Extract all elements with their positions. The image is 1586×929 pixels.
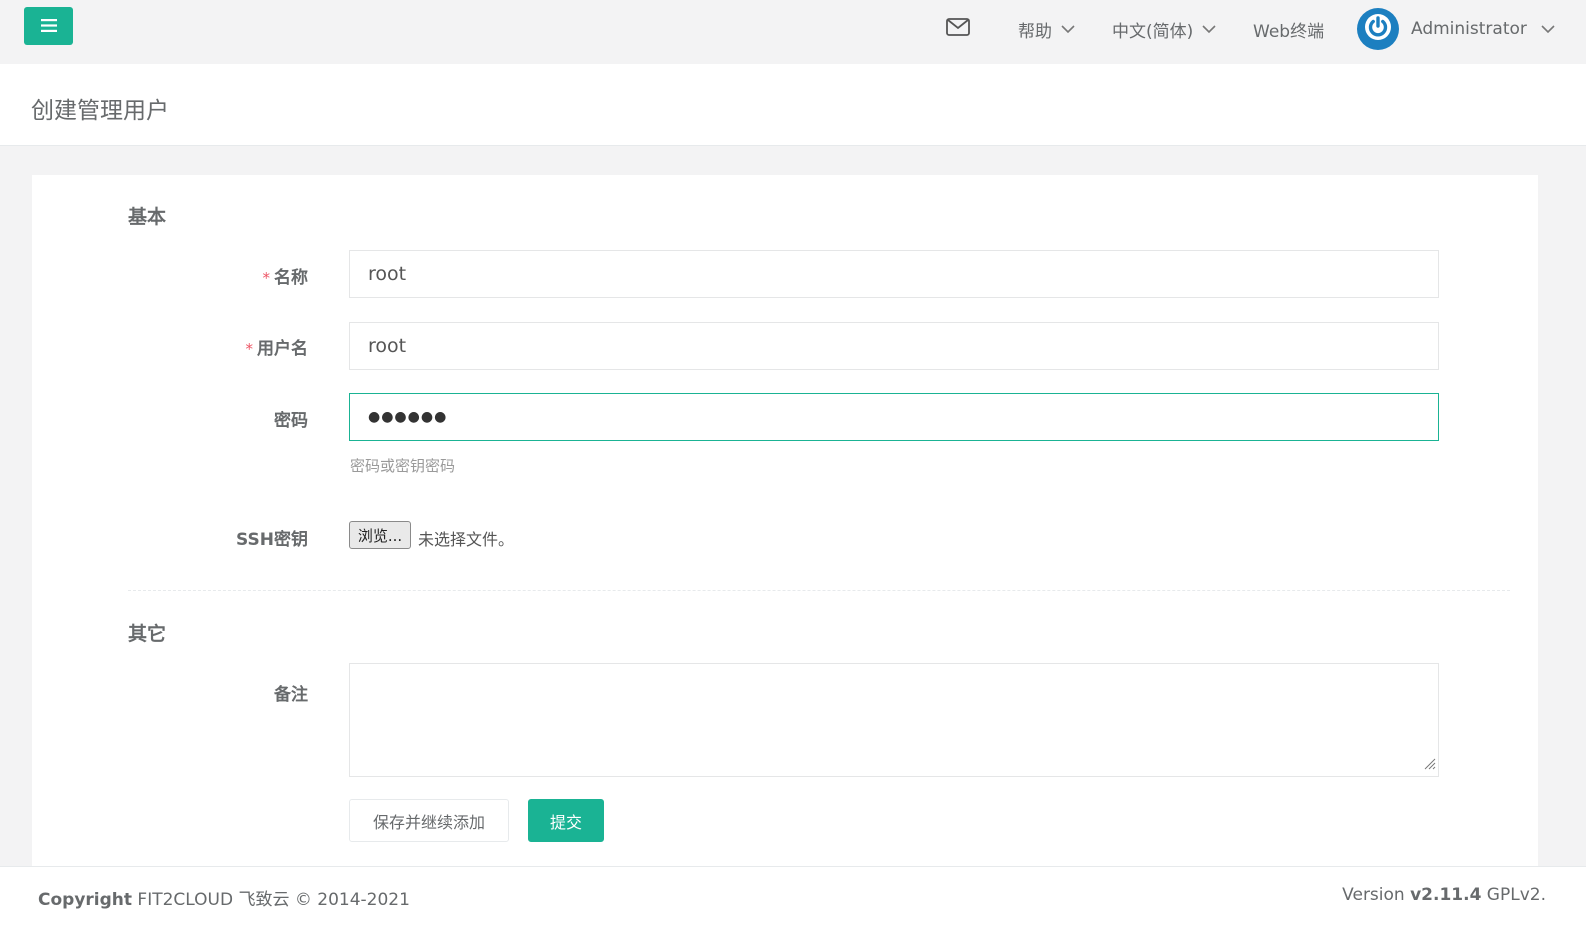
user-dropdown[interactable]: Administrator	[1357, 0, 1555, 58]
footer-copyright: Copyright FIT2CLOUD 飞致云 © 2014-2021	[38, 885, 410, 910]
top-navbar: 帮助 中文(简体) Web终端 Administrator	[0, 0, 1586, 64]
username-label: * 用户名	[245, 339, 309, 359]
chevron-down-icon	[1541, 24, 1555, 34]
footer: Copyright FIT2CLOUD 飞致云 © 2014-2021 Vers…	[0, 866, 1586, 929]
password-input[interactable]: ●●●●●●	[349, 393, 1439, 441]
required-mark: *	[245, 340, 254, 358]
footer-version: Version v2.11.4 GPLv2.	[1342, 885, 1546, 905]
web-terminal-label: Web终端	[1253, 21, 1325, 42]
comment-label: 备注	[274, 685, 308, 705]
name-input[interactable]: root	[349, 250, 1439, 298]
password-value: ●●●●●●	[368, 409, 448, 425]
section-title-other: 其它	[128, 623, 167, 645]
chevron-down-icon	[1202, 24, 1216, 34]
license-text: GPLv2.	[1481, 885, 1546, 905]
username-input[interactable]: root	[349, 322, 1439, 370]
user-name: Administrator	[1411, 19, 1527, 39]
ssh-key-browse-button[interactable]: 浏览...	[349, 521, 411, 549]
version-prefix: Version	[1342, 885, 1411, 905]
chevron-down-icon	[1061, 24, 1075, 34]
ssh-key-label: SSH密钥	[236, 530, 308, 550]
username-value: root	[368, 335, 407, 357]
password-help-text: 密码或密钥密码	[350, 457, 456, 475]
help-label: 帮助	[1018, 21, 1052, 42]
copyright-text: FIT2CLOUD 飞致云 © 2014-2021	[132, 890, 410, 910]
comment-textarea[interactable]	[349, 663, 1439, 777]
resize-grip-icon[interactable]	[1424, 755, 1436, 774]
power-icon	[1363, 12, 1393, 47]
language-dropdown[interactable]: 中文(简体)	[1112, 0, 1216, 58]
menu-toggle-button[interactable]	[24, 7, 73, 45]
section-title-basic: 基本	[128, 206, 167, 228]
name-label: * 名称	[262, 268, 309, 288]
web-terminal-link[interactable]: Web终端	[1253, 0, 1324, 58]
required-mark: *	[262, 269, 271, 287]
help-dropdown[interactable]: 帮助	[1018, 0, 1075, 58]
version-number: v2.11.4	[1410, 885, 1482, 905]
hamburger-icon	[40, 17, 57, 36]
avatar	[1357, 8, 1399, 50]
password-label: 密码	[274, 411, 308, 431]
ssh-key-file-status: 未选择文件。	[418, 530, 515, 549]
page-heading: 创建管理用户	[0, 64, 1586, 146]
name-value: root	[368, 263, 407, 285]
language-label: 中文(简体)	[1112, 21, 1194, 42]
copyright-strong: Copyright	[38, 890, 133, 910]
messages-button[interactable]	[946, 0, 970, 58]
section-divider	[128, 590, 1510, 591]
submit-button[interactable]: 提交	[528, 799, 604, 842]
save-and-continue-button[interactable]: 保存并继续添加	[349, 799, 509, 842]
page-title: 创建管理用户	[31, 98, 169, 124]
envelope-icon	[946, 17, 970, 41]
form-card: 基本 * 名称 root * 用户名 root 密码 ●●●●●● 密码或密钥密码 …	[32, 175, 1538, 875]
